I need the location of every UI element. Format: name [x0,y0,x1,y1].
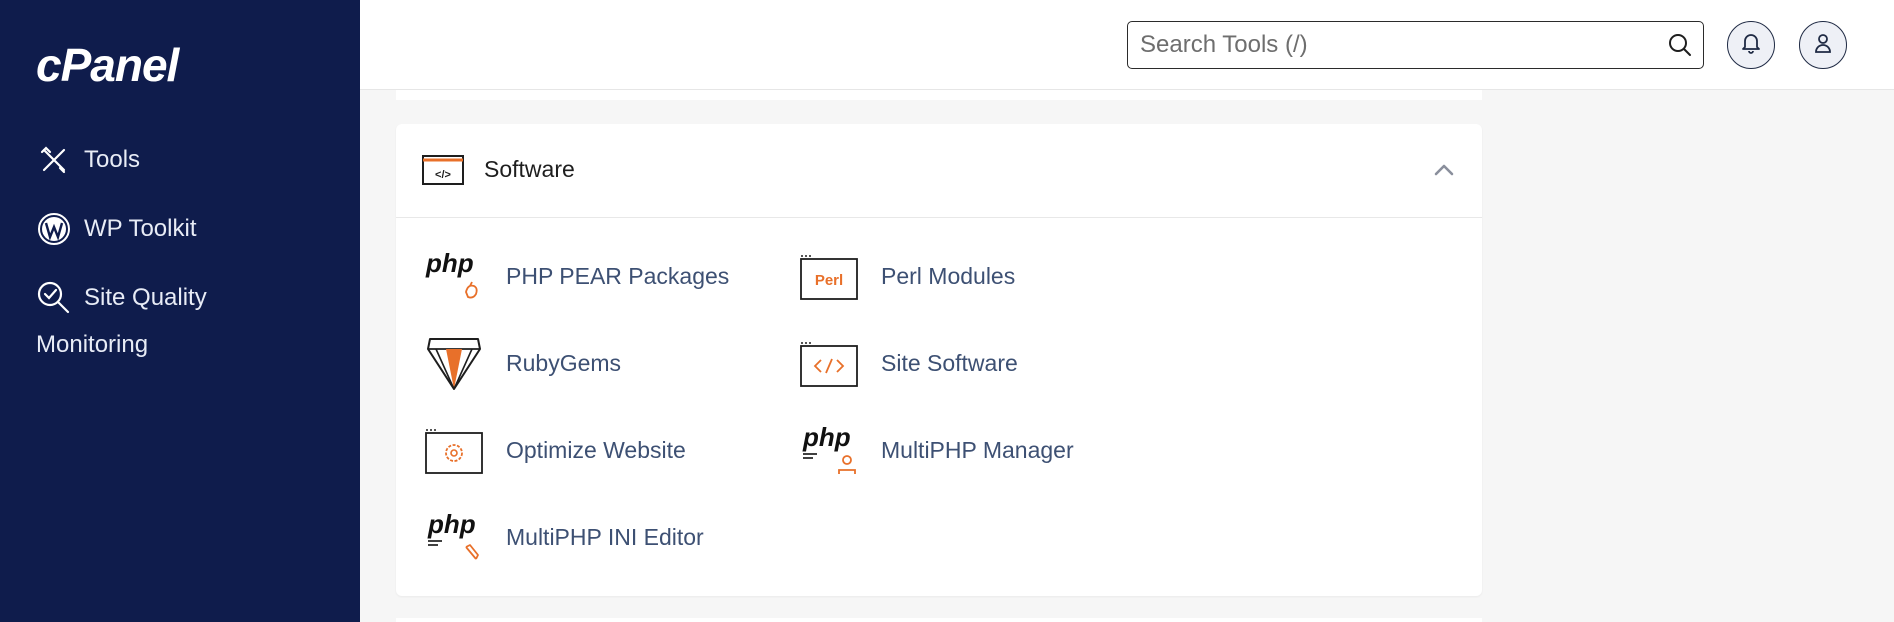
multiphp-ini-editor-icon: php [424,509,484,565]
tool-label: MultiPHP Manager [881,436,1074,463]
tool-rubygems[interactable]: RubyGems [424,335,621,391]
section-header[interactable]: </> Software [396,124,1482,218]
sidebar-item-site-quality[interactable]: Site Quality [36,280,207,316]
svg-text:php: php [802,422,851,452]
software-section: </> Software php PHP PEAR Packages Perl [396,124,1482,596]
svg-text:Perl: Perl [815,272,843,289]
php-pear-icon: php [424,248,484,304]
wordpress-icon [36,211,72,247]
svg-text:</>: </> [435,169,451,181]
sidebar: cPanel Tools WP Toolkit Site Quality Mon… [0,0,360,622]
tool-site-software[interactable]: Site Software [799,335,1018,391]
site-quality-icon [36,280,72,316]
tool-label: MultiPHP INI Editor [506,523,704,550]
optimize-website-icon [424,422,484,478]
next-card-edge [396,618,1482,622]
perl-icon: Perl [799,248,859,304]
previous-card-edge [396,90,1482,100]
search-icon[interactable] [1667,32,1693,58]
tool-multiphp-manager[interactable]: php MultiPHP Manager [799,422,1074,478]
tool-label: RubyGems [506,349,622,376]
svg-text:php: php [425,248,474,278]
sidebar-item-tools[interactable]: Tools [36,142,140,178]
sidebar-item-label: Site Quality [84,284,207,311]
sidebar-item-label: WP Toolkit [84,215,197,242]
user-menu-button[interactable] [1799,21,1847,69]
tool-perl-modules[interactable]: Perl Perl Modules [799,248,1015,304]
sidebar-item-wp-toolkit[interactable]: WP Toolkit [36,211,197,247]
tool-label: Perl Modules [881,262,1016,289]
cpanel-logo[interactable]: cPanel [36,42,179,88]
search-box[interactable] [1127,21,1704,69]
tool-label: Site Software [881,349,1018,376]
rubygems-icon [424,335,484,391]
search-input[interactable] [1140,30,1640,60]
tool-optimize-website[interactable]: Optimize Website [424,422,686,478]
svg-text:php: php [427,509,476,539]
software-icon: </> [422,154,464,186]
multiphp-manager-icon: php [799,422,859,478]
tool-label: Optimize Website [506,436,686,463]
chevron-up-icon[interactable] [1432,160,1456,180]
tools-icon [36,142,72,178]
site-software-icon [799,335,859,391]
tool-php-pear-packages[interactable]: php PHP PEAR Packages [424,248,729,304]
tool-multiphp-ini-editor[interactable]: php MultiPHP INI Editor [424,509,704,565]
section-title: Software [484,156,575,182]
user-icon [1813,32,1833,59]
sidebar-item-label: Tools [84,146,141,173]
notifications-button[interactable] [1727,21,1775,69]
bell-icon [1741,32,1761,59]
sidebar-item-label-cont[interactable]: Monitoring [36,331,148,359]
top-header [360,0,1894,90]
tool-label: PHP PEAR Packages [506,262,730,289]
